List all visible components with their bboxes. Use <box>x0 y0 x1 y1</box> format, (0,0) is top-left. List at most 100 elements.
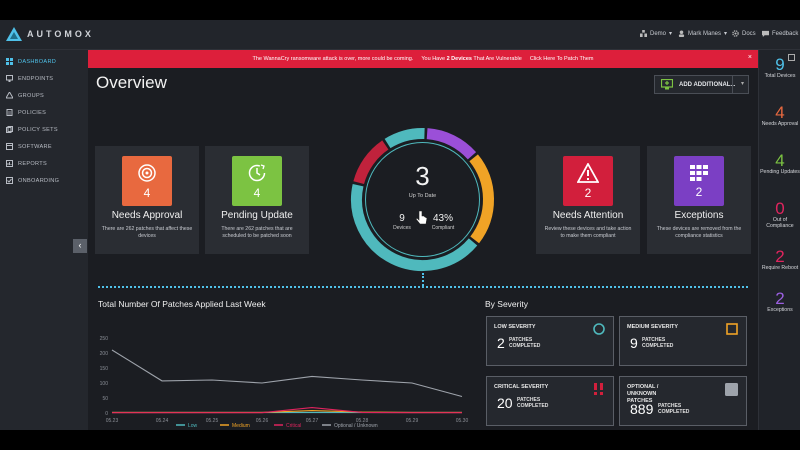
feedback-link[interactable]: Feedback <box>762 30 798 37</box>
sidebar-item-label: POLICIES <box>18 110 46 116</box>
app-window: AUTOMOX Demo ▾ Mark Manes ▾ Docs Feedbac… <box>0 20 800 430</box>
low-severity-label: LOW SEVERITY <box>494 324 564 331</box>
medium-severity-count: 9 <box>630 335 638 351</box>
top-bar: AUTOMOX Demo ▾ Mark Manes ▾ Docs Feedbac… <box>0 20 800 50</box>
needs-approval-desc: There are 262 patches that affect these … <box>101 226 193 240</box>
exclamation-icon <box>593 383 605 395</box>
rail-stat-total-devices[interactable]: 9Total Devices <box>759 56 800 79</box>
circle-icon <box>593 323 605 335</box>
chevron-down-icon[interactable]: ▾ <box>741 80 744 87</box>
rail-stat-needs-approval[interactable]: 4Needs Approval <box>759 104 800 127</box>
legend-label: Critical <box>286 423 301 429</box>
filled-square-icon <box>725 383 738 396</box>
legend-label: Low <box>188 423 198 429</box>
devices-label: Devices <box>393 225 411 231</box>
compliance-donut[interactable]: 3 Up To Date 9 Devices 43% Compliant <box>346 123 499 276</box>
chevron-down-icon: ▾ <box>669 30 672 37</box>
app-name: AUTOMOX <box>27 29 94 39</box>
add-additional-label: ADD ADDITIONAL... <box>679 82 735 88</box>
critical-severity-label: CRITICAL SEVERITY <box>494 384 564 391</box>
needs-approval-card[interactable]: 4 Needs Approval There are 262 patches t… <box>95 146 199 254</box>
sidebar-item-label: SOFTWARE <box>18 144 52 150</box>
optional-unknown-box[interactable]: OPTIONAL / UNKNOWN PATCHES 889 PATCHESCO… <box>619 376 747 426</box>
compliant-label: Compliant <box>432 225 455 231</box>
exceptions-count: 2 <box>696 185 703 199</box>
low-severity-count: 2 <box>497 335 505 351</box>
sidebar-item-label: ENDPOINTS <box>18 76 53 82</box>
warning-icon <box>577 163 599 183</box>
sidebar-item-reports[interactable]: REPORTS <box>0 155 88 172</box>
reports-icon <box>6 160 13 167</box>
close-icon[interactable]: × <box>748 54 752 61</box>
sidebar-item-groups[interactable]: GROUPS <box>0 87 88 104</box>
patches-line-chart: 05010015020025005.2305.2405.2505.2605.27… <box>88 308 473 430</box>
pending-update-tile: 4 <box>232 156 282 206</box>
rail-stat-count: 4 <box>759 104 800 121</box>
rail-stat-count: 2 <box>759 290 800 307</box>
exceptions-card[interactable]: 2 Exceptions These devices are removed f… <box>647 146 751 254</box>
low-severity-box[interactable]: LOW SEVERITY 2 PATCHESCOMPLETED <box>486 316 614 366</box>
groups-icon <box>6 92 13 99</box>
demo-menu[interactable]: Demo ▾ <box>640 30 672 37</box>
pending-update-desc: There are 262 patches that are scheduled… <box>211 226 303 240</box>
x-tick-label: 05.29 <box>406 418 419 424</box>
optional-unknown-sub: PATCHESCOMPLETED <box>658 403 689 415</box>
software-icon <box>6 143 13 150</box>
low-severity-sub: PATCHESCOMPLETED <box>509 337 540 349</box>
user-icon <box>678 30 685 37</box>
x-tick-label: 05.26 <box>256 418 269 424</box>
logo[interactable]: AUTOMOX <box>6 27 94 41</box>
docs-link[interactable]: Docs <box>732 30 756 37</box>
onboarding-icon <box>6 177 13 184</box>
comment-icon <box>762 30 769 37</box>
feedback-label: Feedback <box>772 31 798 37</box>
rail-stat-out-of-compliance[interactable]: 0Out of Compliance <box>759 200 800 229</box>
legend-label: Optional / Unknown <box>334 423 378 429</box>
add-additional-button[interactable]: ADD ADDITIONAL... ▾ <box>654 75 749 94</box>
medium-severity-label: MEDIUM SEVERITY <box>627 324 697 331</box>
donut-connector <box>422 273 424 286</box>
section-divider <box>98 286 748 288</box>
sidebar-item-endpoints[interactable]: ENDPOINTS <box>0 70 88 87</box>
critical-severity-box[interactable]: CRITICAL SEVERITY 20 PATCHESCOMPLETED <box>486 376 614 426</box>
sidebar-item-onboarding[interactable]: ONBOARDING <box>0 172 88 189</box>
monitor-icon <box>6 75 13 82</box>
patch-now-link[interactable]: Click Here To Patch Them <box>530 56 594 62</box>
y-tick-label: 250 <box>100 336 109 342</box>
rail-stat-require-reboot[interactable]: 2Require Reboot <box>759 248 800 271</box>
clock-refresh-icon <box>247 163 267 183</box>
sidebar-item-dashboard[interactable]: DASHBOARD <box>0 53 88 70</box>
collapse-sidebar-button[interactable]: ‹ <box>73 239 87 253</box>
alert-banner[interactable]: The WannaCry ransomware attack is over, … <box>88 50 758 68</box>
sidebar-item-label: POLICY SETS <box>18 127 58 133</box>
user-menu[interactable]: Mark Manes ▾ <box>678 30 727 37</box>
user-name: Mark Manes <box>688 31 721 37</box>
pending-update-card[interactable]: 4 Pending Update There are 262 patches t… <box>205 146 309 254</box>
rail-stat-label: Needs Approval <box>759 121 800 127</box>
needs-attention-card[interactable]: 2 Needs Attention Review these devices a… <box>536 146 640 254</box>
gear-icon <box>732 30 739 37</box>
sidebar-item-label: GROUPS <box>18 93 44 99</box>
sidebar-item-software[interactable]: SOFTWARE <box>0 138 88 155</box>
rail-stat-count: 4 <box>759 152 800 169</box>
grid-icon <box>689 164 709 182</box>
needs-attention-desc: Review these devices and take action to … <box>542 226 634 240</box>
rail-stat-label: Require Reboot <box>759 265 800 271</box>
rail-stat-pending-updates[interactable]: 4Pending Updates <box>759 152 800 175</box>
stats-rail: 9Total Devices4Needs Approval4Pending Up… <box>758 50 800 430</box>
page-title: Overview <box>96 73 167 93</box>
sidebar-item-policy-sets[interactable]: POLICY SETS <box>0 121 88 138</box>
needs-attention-tile: 2 <box>563 156 613 206</box>
banner-text-a: The WannaCry ransomware attack is over, … <box>252 56 413 62</box>
banner-emphasis: 2 Devices <box>447 56 472 62</box>
rail-stat-count: 9 <box>759 56 800 73</box>
exceptions-title: Exceptions <box>647 210 751 221</box>
medium-severity-sub: PATCHESCOMPLETED <box>642 337 673 349</box>
policies-icon <box>6 109 13 116</box>
rail-stat-exceptions[interactable]: 2Exceptions <box>759 290 800 313</box>
y-tick-label: 150 <box>100 366 109 372</box>
medium-severity-box[interactable]: MEDIUM SEVERITY 9 PATCHESCOMPLETED <box>619 316 747 366</box>
rail-stat-count: 2 <box>759 248 800 265</box>
critical-severity-sub: PATCHESCOMPLETED <box>517 397 548 409</box>
sidebar-item-policies[interactable]: POLICIES <box>0 104 88 121</box>
